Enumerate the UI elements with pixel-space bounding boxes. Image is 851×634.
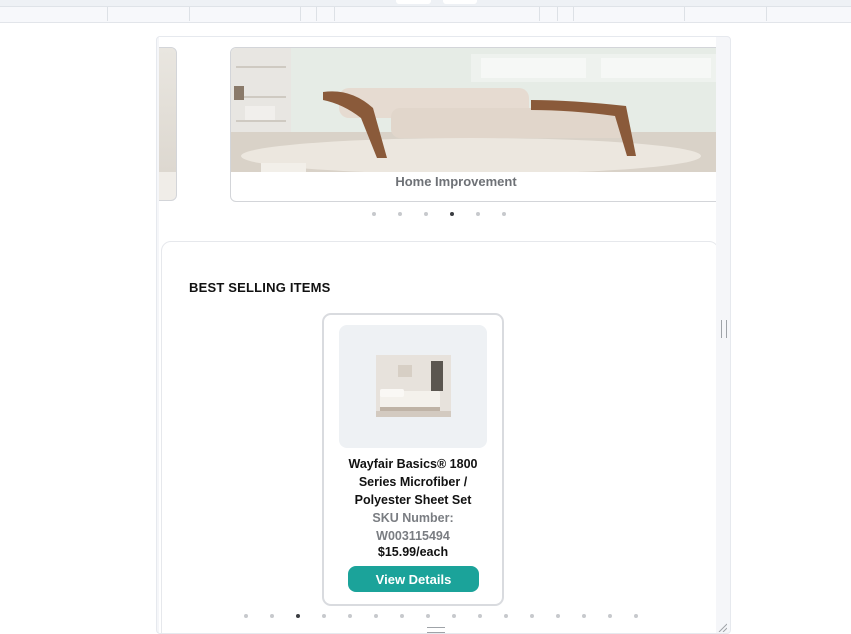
products-dot[interactable] xyxy=(504,614,508,618)
bed-image[interactable] xyxy=(376,355,451,417)
column-divider xyxy=(189,7,190,21)
column-divider xyxy=(557,7,558,21)
toolbar-tab[interactable] xyxy=(396,0,431,4)
column-divider xyxy=(316,7,317,21)
products-dot[interactable] xyxy=(270,614,274,618)
corner-resize-icon[interactable] xyxy=(717,622,727,632)
products-dot[interactable] xyxy=(322,614,326,618)
products-dot[interactable] xyxy=(244,614,248,618)
products-dot[interactable] xyxy=(478,614,482,618)
products-dot[interactable] xyxy=(556,614,560,618)
carousel-caption: Home Improvement xyxy=(395,174,517,189)
carousel-slide-home-improvement[interactable]: Home Improvement xyxy=(230,47,716,202)
products-dot-active[interactable] xyxy=(296,614,300,618)
section-title: BEST SELLING ITEMS xyxy=(189,280,331,295)
product-name[interactable]: Wayfair Basics® 1800 Series Microfiber /… xyxy=(334,455,492,509)
products-dot[interactable] xyxy=(400,614,404,618)
products-dot[interactable] xyxy=(608,614,612,618)
products-dot[interactable] xyxy=(426,614,430,618)
preview-content: Home Improvement BEST SELLING ITEMS Wayf… xyxy=(159,37,716,633)
carousel-dot[interactable] xyxy=(424,212,428,216)
products-dot[interactable] xyxy=(634,614,638,618)
column-divider xyxy=(573,7,574,21)
carousel-dot[interactable] xyxy=(372,212,376,216)
column-divider xyxy=(684,7,685,21)
sofa-image xyxy=(231,48,716,172)
preview-frame: Home Improvement BEST SELLING ITEMS Wayf… xyxy=(156,36,731,634)
carousel-pagination xyxy=(372,212,528,216)
column-divider xyxy=(766,7,767,21)
bottom-resize-handle[interactable] xyxy=(427,627,445,633)
carousel-dot[interactable] xyxy=(476,212,480,216)
column-divider xyxy=(539,7,540,21)
toolbar-strip xyxy=(0,0,851,23)
column-divider xyxy=(300,7,301,21)
products-dot[interactable] xyxy=(530,614,534,618)
best-selling-section: BEST SELLING ITEMS Wayfair Basics® 1800 … xyxy=(161,241,716,633)
carousel-dot[interactable] xyxy=(398,212,402,216)
products-dot[interactable] xyxy=(348,614,352,618)
carousel-dot-active[interactable] xyxy=(450,212,454,216)
products-dot[interactable] xyxy=(452,614,456,618)
side-resize-handle[interactable] xyxy=(721,320,727,338)
product-card[interactable]: Wayfair Basics® 1800 Series Microfiber /… xyxy=(322,313,504,606)
products-pagination xyxy=(244,614,660,618)
carousel-dot[interactable] xyxy=(502,212,506,216)
products-dot[interactable] xyxy=(374,614,378,618)
product-image-frame xyxy=(339,325,487,448)
column-divider xyxy=(334,7,335,21)
column-divider xyxy=(107,7,108,21)
carousel-slide-previous[interactable] xyxy=(159,47,177,201)
toolbar-tab[interactable] xyxy=(443,0,477,4)
product-sku: SKU Number: W003115494 xyxy=(372,511,454,543)
product-price: $15.99/each xyxy=(377,545,449,559)
products-dot[interactable] xyxy=(582,614,586,618)
view-details-button[interactable]: View Details xyxy=(348,566,479,592)
